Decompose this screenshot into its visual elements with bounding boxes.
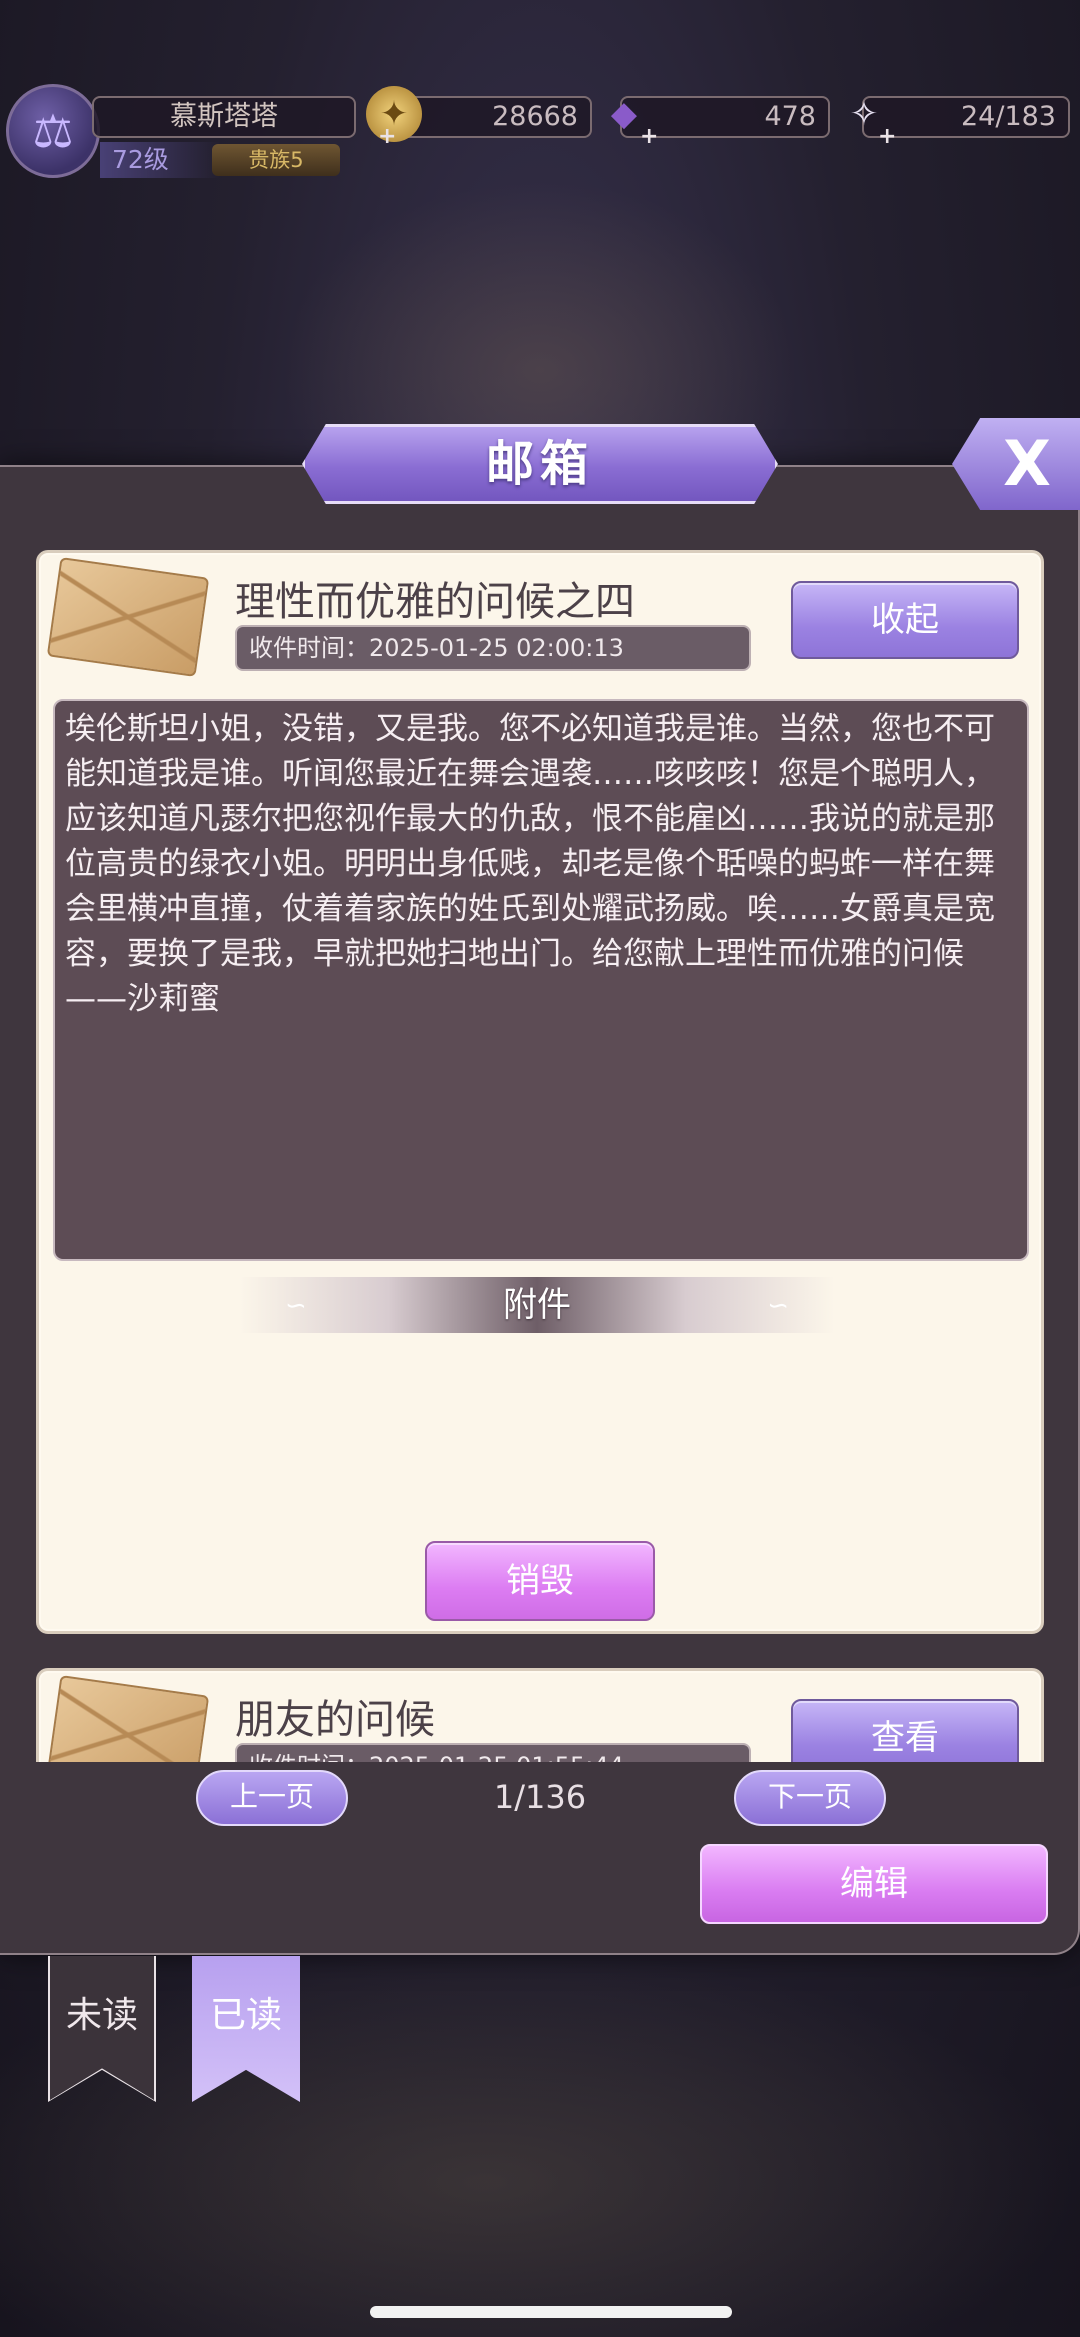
mail-title: 朋友的问候	[235, 1697, 435, 1743]
attachment-label: 附件	[503, 1285, 571, 1325]
destroy-button[interactable]: 销毁	[425, 1541, 655, 1621]
attachment-header: ∽ 附件 ∽	[239, 1277, 835, 1333]
envelope-icon	[46, 1675, 210, 1762]
mail-card-expanded: 理性而优雅的问候之四 收件时间：2025-01-25 02:00:13 收起 埃…	[36, 550, 1044, 1634]
envelope-icon	[46, 557, 210, 677]
mail-title: 理性而优雅的问候之四	[235, 579, 635, 625]
next-page-button[interactable]: 下一页	[734, 1770, 886, 1826]
mail-received-time: 收件时间：2025-01-25 01:55:44	[235, 1743, 751, 1762]
mail-received-time: 收件时间：2025-01-25 02:00:13	[235, 625, 751, 671]
mail-list[interactable]: 理性而优雅的问候之四 收件时间：2025-01-25 02:00:13 收起 埃…	[0, 0, 1080, 1762]
ornament-right-icon: ∽	[767, 1291, 789, 1321]
edit-button[interactable]: 编辑	[700, 1844, 1048, 1924]
home-indicator[interactable]	[370, 2306, 732, 2318]
page-indicator: 1/136	[493, 1778, 587, 1816]
background-bottom-glow	[0, 1950, 1080, 2337]
view-button[interactable]: 查看	[791, 1699, 1019, 1762]
mail-body: 埃伦斯坦小姐，没错，又是我。您不必知道我是谁。当然，您也不可能知道我是谁。听闻您…	[53, 699, 1029, 1261]
mail-card[interactable]: 朋友的问候 收件时间：2025-01-25 01:55:44 查看	[36, 1668, 1044, 1762]
collapse-button[interactable]: 收起	[791, 581, 1019, 659]
prev-page-button[interactable]: 上一页	[196, 1770, 348, 1826]
